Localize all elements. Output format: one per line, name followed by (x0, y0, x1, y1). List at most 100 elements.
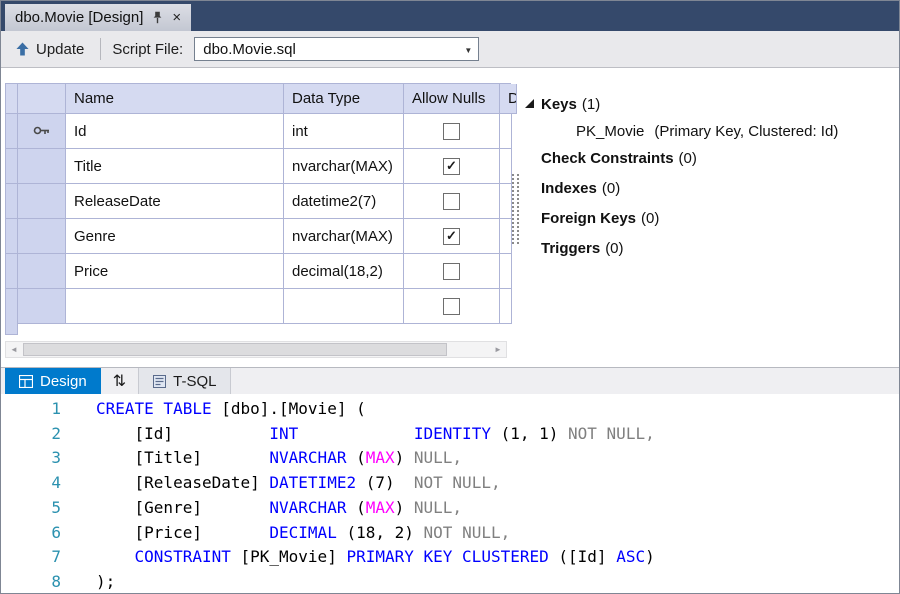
allow-nulls-cell[interactable] (404, 289, 500, 324)
allow-nulls-checkbox[interactable]: ✓ (443, 158, 460, 175)
data-type-cell[interactable]: int (284, 114, 404, 149)
code-line[interactable]: 6 [Price] DECIMAL (18, 2) NOT NULL, (1, 521, 899, 546)
context-section[interactable]: Triggers(0) (523, 233, 893, 263)
tab-tsql[interactable]: T-SQL (138, 368, 231, 394)
column-name-cell[interactable]: Genre (66, 219, 284, 254)
code-text: [Id] INT IDENTITY (1, 1) NOT NULL, (61, 422, 655, 447)
design-table-icon (19, 375, 33, 388)
tab-design[interactable]: Design (5, 368, 101, 394)
tsql-file-icon (153, 375, 166, 388)
column-header-name[interactable]: Name (66, 84, 284, 114)
swap-panes-button[interactable]: ⇅ (101, 368, 138, 394)
data-type-cell[interactable]: nvarchar(MAX) (284, 219, 404, 254)
pin-icon[interactable] (152, 11, 163, 24)
data-type-cell[interactable] (284, 289, 404, 324)
code-line[interactable]: 4 [ReleaseDate] DATETIME2 (7) NOT NULL, (1, 471, 899, 496)
code-line[interactable]: 1CREATE TABLE [dbo].[Movie] ( (1, 397, 899, 422)
row-margin-cell (6, 114, 18, 149)
line-number: 2 (1, 422, 61, 447)
line-number: 1 (1, 397, 61, 422)
context-section[interactable]: Indexes(0) (523, 173, 893, 203)
code-token: CONSTRAINT (135, 547, 231, 566)
allow-nulls-cell[interactable] (404, 184, 500, 219)
code-line[interactable]: 2 [Id] INT IDENTITY (1, 1) NOT NULL, (1, 422, 899, 447)
row-header-cell[interactable] (18, 149, 66, 184)
clipped-default-cell (500, 184, 512, 219)
code-line[interactable]: 8); (1, 570, 899, 594)
scroll-right-icon[interactable]: ► (490, 342, 506, 357)
table-row: Pricedecimal(18,2) (6, 254, 511, 289)
allow-nulls-checkbox[interactable] (443, 193, 460, 210)
toolbar: Update Script File: dbo.Movie.sql ▼ (1, 31, 899, 68)
column-name-cell[interactable] (66, 289, 284, 324)
scrollbar-thumb[interactable] (23, 343, 447, 356)
document-tab-bar: dbo.Movie [Design] × (1, 1, 899, 31)
expander-icon[interactable] (523, 240, 541, 256)
column-name-cell[interactable]: ReleaseDate (66, 184, 284, 219)
column-name-cell[interactable]: Price (66, 254, 284, 289)
data-type-cell[interactable]: decimal(18,2) (284, 254, 404, 289)
data-type-cell[interactable]: nvarchar(MAX) (284, 149, 404, 184)
column-name-cell[interactable]: Title (66, 149, 284, 184)
line-number: 7 (1, 545, 61, 570)
document-tab[interactable]: dbo.Movie [Design] × (5, 4, 191, 31)
context-section[interactable]: Foreign Keys(0) (523, 203, 893, 233)
context-section[interactable]: Keys(1) (523, 89, 893, 119)
context-section[interactable]: Check Constraints (0) (523, 143, 893, 173)
code-token: CREATE TABLE (96, 399, 212, 418)
allow-nulls-checkbox[interactable] (443, 263, 460, 280)
update-button[interactable]: Update (11, 39, 89, 60)
context-section-label: Check Constraints (541, 150, 674, 167)
row-header-cell[interactable] (18, 114, 66, 149)
column-name-cell[interactable]: Id (66, 114, 284, 149)
expander-icon[interactable] (523, 150, 541, 166)
scroll-left-icon[interactable]: ◄ (6, 342, 22, 357)
code-line[interactable]: 7 CONSTRAINT [PK_Movie] PRIMARY KEY CLUS… (1, 545, 899, 570)
code-token: [Title] (96, 448, 269, 467)
allow-nulls-cell[interactable] (404, 114, 500, 149)
grid-horizontal-scrollbar[interactable]: ◄ ► (5, 341, 507, 358)
code-token: PRIMARY KEY CLUSTERED (346, 547, 548, 566)
script-file-combobox[interactable]: dbo.Movie.sql ▼ (194, 37, 479, 61)
expander-icon[interactable] (523, 180, 541, 196)
allow-nulls-checkbox[interactable] (443, 298, 460, 315)
expander-icon[interactable] (523, 96, 541, 112)
row-header-cell[interactable] (18, 184, 66, 219)
context-section-count: (0) (679, 150, 697, 167)
expander-icon[interactable] (523, 210, 541, 226)
row-margin-cell (6, 219, 18, 254)
row-header-cell[interactable] (18, 219, 66, 254)
code-text: [ReleaseDate] DATETIME2 (7) NOT NULL, (61, 471, 501, 496)
table-properties-panel: Keys(1)PK_Movie(Primary Key, Clustered: … (523, 89, 893, 263)
code-token: NOT NULL, (424, 523, 511, 542)
code-token: IDENTITY (414, 424, 491, 443)
code-text: ); (61, 570, 115, 594)
allow-nulls-cell[interactable] (404, 254, 500, 289)
column-header-data-type[interactable]: Data Type (284, 84, 404, 114)
pane-splitter-grip[interactable] (512, 174, 519, 244)
code-line[interactable]: 5 [Genre] NVARCHAR (MAX) NULL, (1, 496, 899, 521)
context-section-label: Keys (541, 96, 577, 113)
column-header-allow-nulls[interactable]: Allow Nulls (404, 84, 500, 114)
data-type-cell[interactable]: datetime2(7) (284, 184, 404, 219)
allow-nulls-cell[interactable]: ✓ (404, 149, 500, 184)
update-arrow-icon (16, 42, 29, 56)
code-token: NVARCHAR (269, 498, 346, 517)
table-row: ReleaseDatedatetime2(7) (6, 184, 511, 219)
row-header-cell[interactable] (18, 289, 66, 324)
allow-nulls-checkbox[interactable]: ✓ (443, 228, 460, 245)
allow-nulls-cell[interactable]: ✓ (404, 219, 500, 254)
document-tab-title: dbo.Movie [Design] (15, 9, 143, 26)
code-line[interactable]: 3 [Title] NVARCHAR (MAX) NULL, (1, 446, 899, 471)
combo-dropdown-icon[interactable]: ▼ (464, 46, 472, 55)
context-child-item[interactable]: PK_Movie(Primary Key, Clustered: Id) (523, 119, 893, 143)
code-token: DECIMAL (269, 523, 336, 542)
table-row: Titlenvarchar(MAX) ✓ (6, 149, 511, 184)
close-icon[interactable]: × (172, 10, 181, 25)
context-section-label: Indexes (541, 180, 597, 197)
row-header-cell[interactable] (18, 254, 66, 289)
code-token: [Price] (96, 523, 269, 542)
allow-nulls-checkbox[interactable] (443, 123, 460, 140)
key-detail: (Primary Key, Clustered: Id) (654, 123, 838, 140)
tsql-editor[interactable]: 1CREATE TABLE [dbo].[Movie] (2 [Id] INT … (1, 394, 899, 594)
